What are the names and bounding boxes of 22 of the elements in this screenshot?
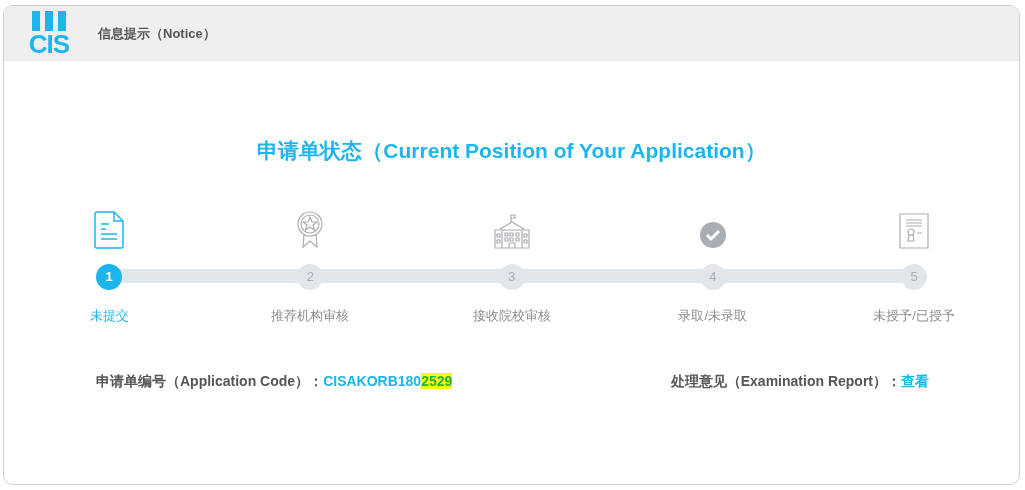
page-heading: 申请单状态（Current Position of Your Application） (257, 138, 766, 164)
school-building-icon (491, 212, 532, 249)
code-label: 申请单编号（Application Code）： (96, 371, 324, 391)
logo-text: CIS (28, 30, 70, 57)
header-title: 信息提示（Notice） (98, 24, 216, 43)
award-ribbon-icon (296, 210, 325, 249)
certificate-icon (899, 212, 929, 249)
step-label: 推荐机构审核 (271, 306, 350, 325)
step-label: 录取/未录取 (678, 306, 748, 325)
step-number: 3 (498, 263, 525, 290)
check-circle-icon (698, 220, 727, 249)
step-label: 接收院校审核 (472, 306, 551, 325)
view-link[interactable]: 查看 (901, 370, 929, 392)
step-number: 1 (96, 263, 122, 290)
step-label: 未授予/已授予 (873, 306, 955, 325)
step-number: 5 (901, 263, 927, 290)
step-number: 4 (699, 263, 726, 290)
logo-bars-icon (30, 10, 68, 31)
step-number: 2 (297, 263, 324, 290)
step-label: 未提交 (89, 306, 129, 325)
report-label: 处理意见（Examination Report）： (670, 371, 901, 391)
document-icon (94, 210, 124, 249)
